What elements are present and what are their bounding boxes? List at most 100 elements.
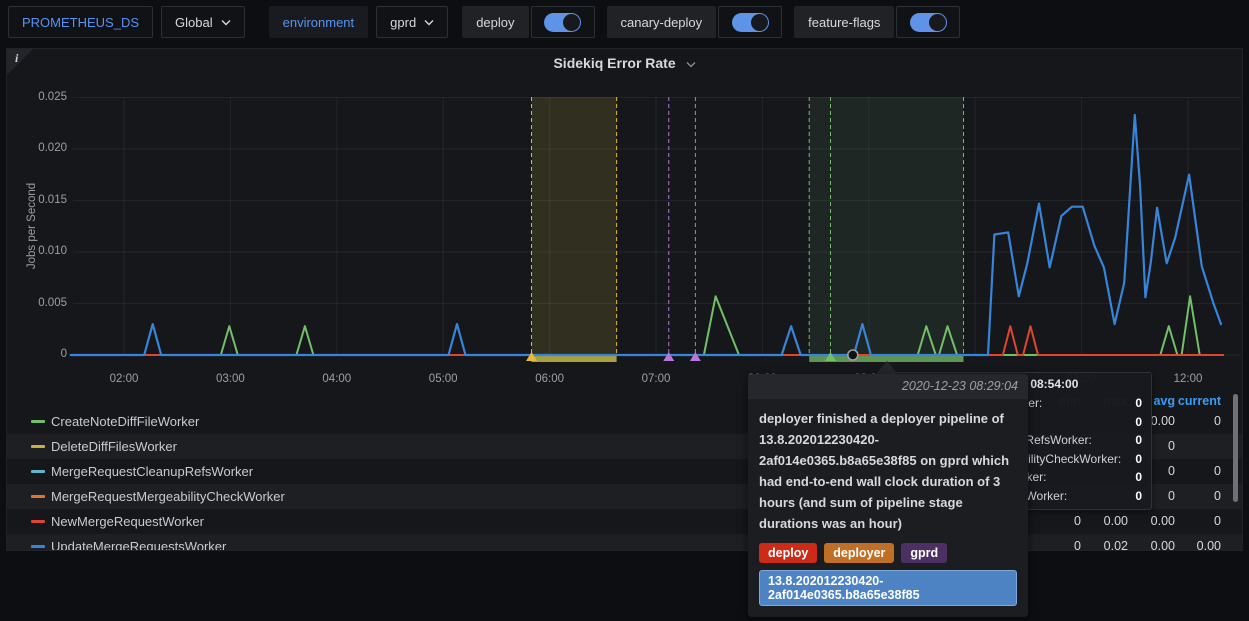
panel-title[interactable]: Sidekiq Error Rate: [7, 49, 1242, 75]
legend-column-header-avg[interactable]: avg: [1153, 394, 1175, 408]
legend-series-color-dash: [31, 470, 45, 473]
legend-series-color-dash: [31, 420, 45, 423]
environment-dropdown-value: gprd: [390, 15, 416, 30]
annotation-timestamp: 2020-12-23 08:29:04: [748, 374, 1028, 399]
legend-value-max: 0.02: [1104, 534, 1128, 551]
scope-dropdown-value: Global: [175, 15, 213, 30]
annotation-tooltip: 2020-12-23 08:29:04 deployer finished a …: [748, 374, 1028, 617]
toggle-label-feature-flags: feature-flags: [794, 6, 894, 38]
chevron-down-icon: [221, 19, 231, 26]
annotation-text: deployer finished a deployer pipeline of…: [759, 408, 1017, 534]
series-line-UpdateMergeRequestsWorker: [71, 115, 1221, 355]
x-tick-label: 03:00: [205, 373, 255, 385]
legend-value-avg: 0: [1168, 434, 1175, 459]
panel-info-corner[interactable]: [7, 49, 33, 75]
legend-value-min: 0: [1074, 509, 1081, 534]
environment-label-text: environment: [283, 15, 355, 30]
legend-value-current: 0: [1214, 459, 1221, 484]
annotation-tag-deployer[interactable]: deployer: [824, 543, 894, 563]
legend-series-name: MergeRequestCleanupRefsWorker: [51, 459, 253, 484]
legend-row[interactable]: UpdateMergeRequestsWorker 0 0.02 0.00 0.00: [7, 534, 1242, 551]
annotation-marker: [663, 352, 674, 361]
annotation-region-bar: [532, 356, 617, 362]
dashboard: PROMETHEUS_DS Global environment gprd de…: [0, 0, 1249, 621]
toggle-label-deploy: deploy: [462, 6, 528, 38]
y-tick-label: 0: [7, 348, 67, 360]
legend-series-color-dash: [31, 495, 45, 498]
annotation-tag-gprd[interactable]: gprd: [901, 543, 947, 563]
legend-value-avg: 0.00: [1151, 534, 1175, 551]
release-version-tag[interactable]: 13.8.202012230420-2af014e0365.b8a65e38f8…: [759, 570, 1017, 606]
datasource-button[interactable]: PROMETHEUS_DS: [8, 6, 153, 38]
toggle-pill: [910, 13, 947, 32]
hovered-point-marker: [848, 350, 858, 360]
legend-value-avg: 0.00: [1151, 509, 1175, 534]
legend-value-avg: 0: [1168, 459, 1175, 484]
toggle-switch-feature-flags[interactable]: [896, 6, 960, 38]
legend-value-min: 0: [1074, 534, 1081, 551]
chevron-down-icon: [686, 61, 696, 68]
legend-series-color-dash: [31, 520, 45, 523]
hover-tooltip-series-value: 0: [1135, 413, 1142, 432]
legend-value-avg: 0.00: [1151, 409, 1175, 434]
annotation-region: [809, 97, 963, 355]
hover-tooltip-series-value: 0: [1135, 487, 1142, 506]
legend-value-current: 0: [1214, 509, 1221, 534]
legend-row[interactable]: NewMergeRequestWorker 0 0.00 0.00 0: [7, 509, 1242, 534]
environment-variable-label: environment: [269, 6, 369, 38]
datasource-label: PROMETHEUS_DS: [22, 15, 139, 30]
legend-series-name: MergeRequestMergeabilityCheckWorker: [51, 484, 285, 509]
x-tick-label: 07:00: [631, 373, 681, 385]
annotation-tag-deploy[interactable]: deploy: [759, 543, 817, 563]
legend-series-name: UpdateMergeRequestsWorker: [51, 534, 226, 551]
legend-column-header-current[interactable]: current: [1178, 394, 1221, 408]
legend-series-color-dash: [31, 545, 45, 548]
hover-tooltip-series-value: 0: [1135, 394, 1142, 413]
toggle-label-canary-deploy: canary-deploy: [607, 6, 717, 38]
x-tick-label: 12:00: [1163, 373, 1213, 385]
toggle-switch-canary-deploy[interactable]: [718, 6, 782, 38]
legend-series-color-dash: [31, 445, 45, 448]
series-line-CreateNoteDiffFileWorker: [71, 296, 1221, 355]
legend-value-avg: 0: [1168, 484, 1175, 509]
annotation-tooltip-arrow: [876, 361, 898, 374]
y-tick-label: 0.020: [7, 142, 67, 154]
hover-tooltip-series-value: 0: [1135, 468, 1142, 487]
annotation-region: [532, 97, 617, 355]
panel-title-text: Sidekiq Error Rate: [553, 55, 675, 71]
x-tick-label: 05:00: [418, 373, 468, 385]
chevron-down-icon: [424, 19, 434, 26]
environment-dropdown[interactable]: gprd: [376, 6, 448, 38]
y-tick-label: 0.010: [7, 245, 67, 257]
legend-value-current: 0.00: [1197, 534, 1221, 551]
toggle-pill: [732, 13, 769, 32]
timeseries-chart[interactable]: [7, 49, 1243, 369]
annotation-marker: [690, 352, 701, 361]
annotation-body: deployer finished a deployer pipeline of…: [748, 399, 1028, 617]
series-line-NewMergeRequestWorker: [71, 326, 1223, 355]
toggle-switch-deploy[interactable]: [531, 6, 595, 38]
toggle-pill: [544, 13, 581, 32]
legend-scrollbar[interactable]: [1233, 394, 1238, 502]
x-tick-label: 06:00: [525, 373, 575, 385]
legend-value-max: 0.00: [1104, 509, 1128, 534]
legend-value-current: 0: [1214, 409, 1221, 434]
toggle-knob: [751, 14, 768, 31]
toggle-groups: deploy canary-deploy feature-flags: [448, 6, 960, 38]
x-tick-label: 04:00: [312, 373, 362, 385]
scope-dropdown[interactable]: Global: [161, 6, 245, 38]
legend-series-name: NewMergeRequestWorker: [51, 509, 204, 534]
annotation-tags: deploy deployer gprd: [759, 543, 1017, 563]
dashboard-toolbar: PROMETHEUS_DS Global environment gprd de…: [8, 6, 960, 38]
legend-series-name: CreateNoteDiffFileWorker: [51, 409, 199, 434]
hover-tooltip-series-value: 0: [1135, 431, 1142, 450]
toggle-knob: [563, 14, 580, 31]
legend-value-current: 0: [1214, 484, 1221, 509]
y-tick-label: 0.015: [7, 194, 67, 206]
y-tick-label: 0.025: [7, 91, 67, 103]
hover-tooltip-series-value: 0: [1135, 450, 1142, 469]
x-tick-label: 02:00: [99, 373, 149, 385]
toggle-knob: [929, 14, 946, 31]
info-icon: i: [15, 51, 18, 66]
legend-series-name: DeleteDiffFilesWorker: [51, 434, 177, 459]
